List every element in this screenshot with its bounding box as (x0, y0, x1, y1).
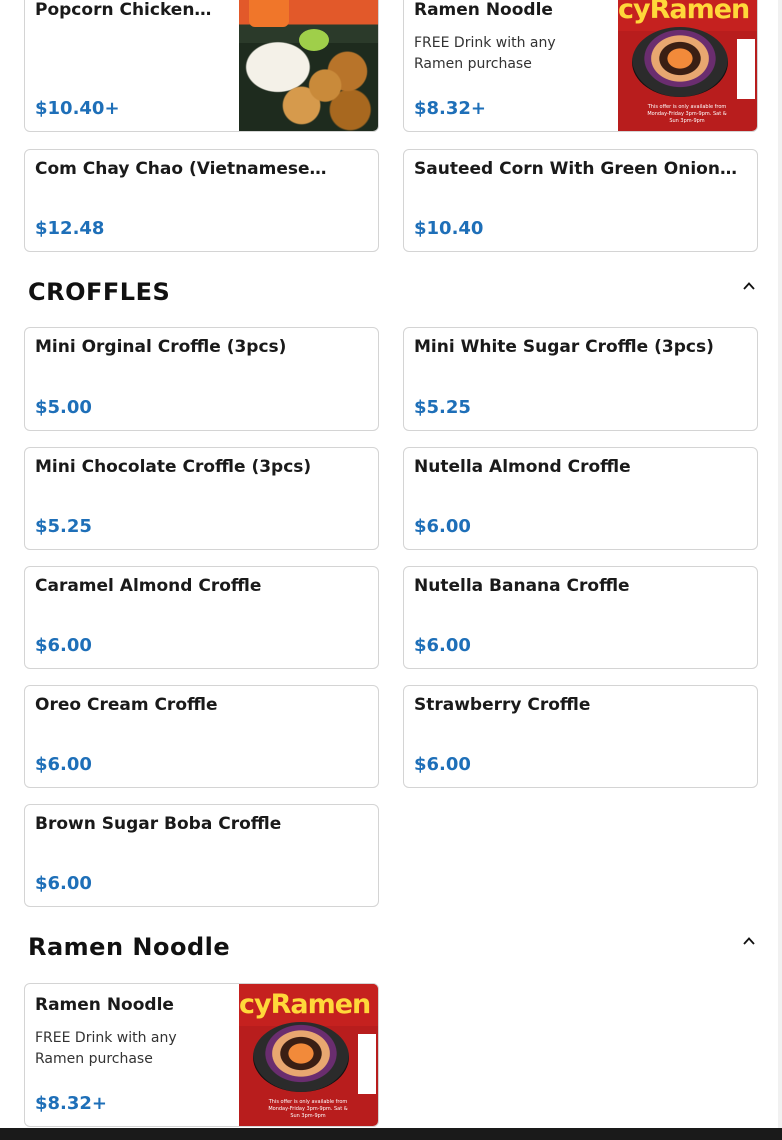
item-price: $8.32+ (35, 1093, 108, 1114)
ramen-fine-print: This offer is only available from Monday… (268, 1099, 348, 1119)
item-price: $6.00 (414, 635, 471, 656)
ramen-fine-print: This offer is only available from Monday… (647, 104, 727, 124)
item-name: Popcorn Chicken… (35, 0, 212, 20)
lime-graphic (299, 29, 329, 51)
menu-item-card[interactable]: Strawberry Croffle $6.00 (403, 685, 758, 788)
item-price: $6.00 (35, 873, 92, 894)
item-name: Ramen Noodle (414, 0, 553, 20)
item-name: Brown Sugar Boba Croffle (35, 814, 282, 834)
menu-item-card[interactable]: Ramen Noodle FREE Drink with any Ramen p… (24, 983, 379, 1127)
menu-item-card[interactable]: Com Chay Chao (Vietnamese… $12.48 (24, 149, 379, 252)
item-name: Mini Chocolate Croffle (3pcs) (35, 457, 312, 477)
chevron-up-icon[interactable] (742, 279, 756, 293)
scrollbar[interactable] (778, 0, 782, 1128)
ramen-banner-text: cyRamen Noo (239, 984, 378, 1026)
item-name: Ramen Noodle (35, 995, 174, 1015)
item-price: $6.00 (35, 754, 92, 775)
menu-item-card[interactable]: Brown Sugar Boba Croffle $6.00 (24, 804, 379, 907)
item-name: Com Chay Chao (Vietnamese… (35, 159, 327, 179)
ramen-side-panel (737, 39, 755, 99)
item-name: Oreo Cream Croffle (35, 695, 218, 715)
drink-cup-graphic (249, 0, 289, 27)
popcorn-chicken-image (239, 0, 378, 131)
section-title-croffles: CROFFLES (28, 278, 171, 306)
item-name: Strawberry Croffle (414, 695, 591, 715)
menu-item-card[interactable]: Mini Chocolate Croffle (3pcs) $5.25 (24, 447, 379, 550)
ramen-banner-text: cyRamen Noo (618, 0, 757, 31)
item-name: Mini White Sugar Croffle (3pcs) (414, 337, 714, 357)
menu-item-card[interactable]: Sauteed Corn With Green Onion… $10.40 (403, 149, 758, 252)
menu-item-card[interactable]: Nutella Almond Croffle $6.00 (403, 447, 758, 550)
item-description: FREE Drink with any Ramen purchase (414, 35, 556, 72)
item-name: Mini Orginal Croffle (3pcs) (35, 337, 287, 357)
menu-item-card[interactable]: Ramen Noodle FREE Drink with any Ramen p… (403, 0, 758, 132)
chevron-up-icon[interactable] (742, 934, 756, 948)
item-price: $6.00 (414, 754, 471, 775)
bottom-bar (0, 1128, 782, 1140)
item-name: Caramel Almond Croffle (35, 576, 262, 596)
menu-item-card[interactable]: Nutella Banana Croffle $6.00 (403, 566, 758, 669)
item-price: $10.40 (414, 218, 484, 239)
item-name: Sauteed Corn With Green Onion… (414, 159, 737, 179)
item-price: $6.00 (35, 635, 92, 656)
menu-item-card[interactable]: Mini White Sugar Croffle (3pcs) $5.25 (403, 327, 758, 431)
ramen-noodle-image: cyRamen Noo This offer is only available… (618, 0, 757, 131)
item-name: Nutella Banana Croffle (414, 576, 630, 596)
item-price: $5.25 (35, 516, 92, 537)
item-price: $10.40+ (35, 98, 120, 119)
section-title-ramen-noodle: Ramen Noodle (28, 933, 231, 961)
ramen-bowl-graphic (253, 1022, 349, 1092)
menu-item-card[interactable]: Caramel Almond Croffle $6.00 (24, 566, 379, 669)
item-price: $5.00 (35, 397, 92, 418)
item-price: $6.00 (414, 516, 471, 537)
menu-item-card[interactable]: Oreo Cream Croffle $6.00 (24, 685, 379, 788)
ramen-noodle-image: cyRamen Noo This offer is only available… (239, 984, 378, 1126)
menu-item-card[interactable]: Popcorn Chicken… $10.40+ (24, 0, 379, 132)
item-price: $12.48 (35, 218, 105, 239)
item-price: $5.25 (414, 397, 471, 418)
item-description: FREE Drink with any Ramen purchase (35, 1030, 177, 1067)
item-name: Nutella Almond Croffle (414, 457, 631, 477)
ramen-bowl-graphic (632, 27, 728, 97)
menu-item-card[interactable]: Mini Orginal Croffle (3pcs) $5.00 (24, 327, 379, 431)
item-price: $8.32+ (414, 98, 487, 119)
ramen-side-panel (358, 1034, 376, 1094)
